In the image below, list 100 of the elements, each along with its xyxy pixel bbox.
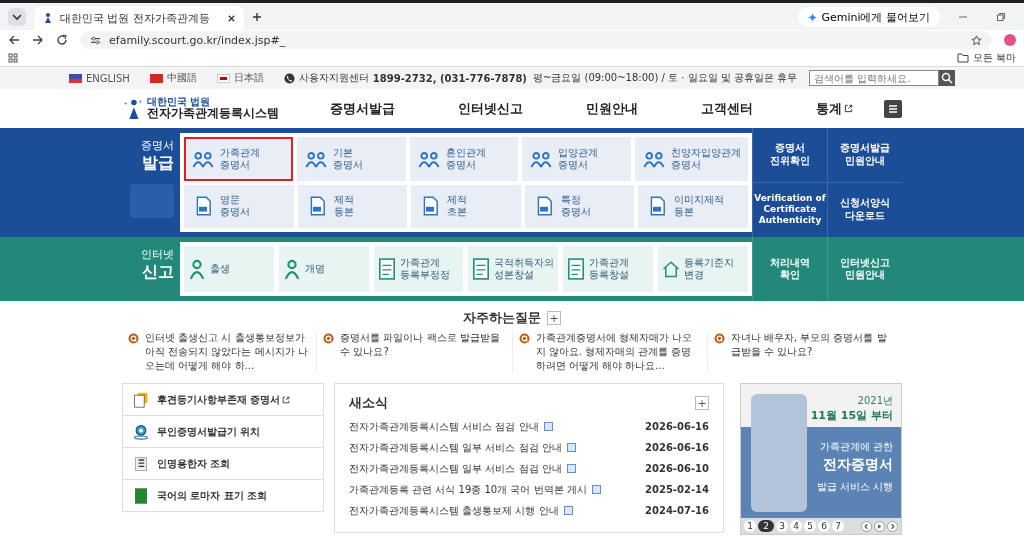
certificate-label: 특정 증명서	[560, 194, 591, 219]
section-title: 신고	[142, 262, 174, 283]
quick-link[interactable]: 국어의 로마자 표기 조회	[123, 479, 323, 511]
search-field[interactable]: 검색어를 입력하세요.	[809, 70, 940, 86]
nav-link[interactable]: 인터넷신고	[458, 99, 524, 118]
side-link[interactable]: 처리내역 확인	[752, 237, 827, 301]
flag-icon	[149, 73, 163, 83]
certificate-item[interactable]: 영문 증명서	[184, 184, 294, 228]
book-icon	[133, 487, 149, 504]
external-link-icon	[282, 395, 291, 404]
faq-question[interactable]: 인터넷 출생신고 시 출생통보정보가 아직 전송되지 않았다는 메시지가 나오는데 어떻게 해야 하...	[145, 331, 311, 373]
play-icon[interactable]	[874, 520, 885, 532]
profile-avatar[interactable]	[1004, 34, 1016, 46]
report-item[interactable]: 가족관계 등록부정정	[373, 246, 464, 292]
report-item[interactable]: 가족관계 등록창설	[563, 246, 654, 292]
logo-title[interactable]: 전자가족관계등록시스템	[147, 107, 279, 121]
certificate-label: 가족관계 증명서	[220, 146, 260, 171]
slide-page-button[interactable]: 4	[790, 520, 802, 532]
close-tab-icon[interactable]	[227, 13, 236, 23]
tab-list-button[interactable]	[8, 8, 26, 26]
certificate-item[interactable]: 가족관계 증명서	[184, 137, 293, 181]
address-bar[interactable]: efamily.scourt.go.kr/index.jsp#_	[80, 31, 992, 49]
restore-icon[interactable]	[996, 12, 1006, 22]
certificate-item[interactable]: 기본 증명서	[296, 137, 406, 181]
news-item-link[interactable]: 전자가족관계등록시스템 서비스 점검 안내	[349, 419, 539, 434]
slide-page-button[interactable]: 7	[832, 520, 844, 532]
slide-page-button[interactable]: 3	[776, 520, 788, 532]
certificate-item[interactable]: 이미지제적 등본	[638, 184, 748, 228]
news-date: 2026-06-10	[645, 463, 709, 474]
report-item[interactable]: 개명	[278, 246, 369, 292]
quick-link[interactable]: 인명용한자 조회	[123, 447, 323, 479]
certificate-item[interactable]: 입양관계 증명서	[522, 137, 631, 181]
news-item-link[interactable]: 전자가족관계등록시스템 일부 서비스 점검 안내	[349, 461, 562, 476]
nav-link[interactable]: 증명서발급	[330, 99, 396, 118]
certificate-item[interactable]: 혼인관계 증명서	[409, 137, 519, 181]
report-label: 등록기준지 변경	[684, 257, 735, 281]
attachment-icon	[563, 506, 573, 515]
new-tab-icon[interactable]	[252, 12, 262, 22]
certificate-item[interactable]: 친양자입양관계 증명서	[635, 137, 748, 181]
banner-date: 11월 15일 부터	[810, 408, 893, 423]
external-link-icon	[843, 104, 853, 113]
quick-link[interactable]: 무인증명서발급기 위치	[123, 415, 323, 447]
logo-subtitle: 대한민국 법원	[147, 96, 211, 108]
certificate-item[interactable]: 제적 등본	[297, 184, 408, 228]
certificate-item[interactable]: 특정 증명서	[524, 184, 635, 228]
flag-icon	[216, 73, 230, 83]
language-link[interactable]: ENGLISH	[85, 72, 130, 84]
nav-link[interactable]: 통계	[815, 99, 853, 118]
side-link[interactable]: 인터넷신고 민원안내	[827, 237, 902, 301]
slide-page-button[interactable]: 5	[804, 520, 816, 532]
attachment-icon	[591, 485, 601, 494]
nav-link[interactable]: 고객센터	[700, 99, 753, 118]
support-phone-numbers: 1899-2732, (031-776-7878)	[372, 72, 527, 84]
news-item-link[interactable]: 전자가족관계등록시스템 출생통보제 시행 안내	[349, 503, 559, 518]
quick-link[interactable]: 후견등기사항부존재 증명서	[123, 384, 323, 415]
attachment-icon	[566, 464, 576, 473]
map-pin-icon	[133, 423, 149, 440]
browser-tab[interactable]: 대한민국 법원 전자가족관계등	[34, 6, 244, 30]
phone-icon	[283, 72, 295, 84]
slide-page-button[interactable]: 1	[744, 520, 756, 532]
slide-page-button[interactable]: 2	[758, 520, 774, 532]
banner-headline: 전자증명서	[823, 456, 893, 474]
apps-grid-icon[interactable]	[8, 53, 18, 63]
language-link[interactable]: 日本語	[233, 71, 264, 85]
forward-icon[interactable]	[32, 34, 44, 46]
previous-icon[interactable]	[861, 520, 872, 532]
certificate-label: 이미지제적 등본	[674, 194, 725, 219]
news-item-link[interactable]: 전자가족관계등록시스템 일부 서비스 점검 안내	[349, 440, 562, 455]
search-icon[interactable]	[939, 70, 956, 86]
person-icon	[282, 258, 301, 280]
site-settings-icon[interactable]	[90, 34, 101, 46]
next-icon[interactable]	[887, 520, 898, 532]
section-label: 증명서	[141, 138, 174, 153]
side-link[interactable]: 증명서발급 민원안내	[827, 128, 902, 183]
faq-question[interactable]: 증명서를 파일이나 팩스로 발급받을 수 있나요?	[340, 331, 506, 373]
side-link[interactable]: 증명서 진위확인	[752, 128, 827, 183]
gemini-button[interactable]: Gemini에게 물어보기	[798, 7, 940, 27]
news-more-button[interactable]: +	[695, 396, 709, 410]
reload-icon[interactable]	[56, 34, 68, 46]
faq-question[interactable]: 자녀나 배우자, 부모의 증명서를 발급받을 수 있나요?	[730, 331, 896, 373]
nav-link[interactable]: 민원안내	[586, 99, 638, 118]
support-center-label: 사용자지원센터	[298, 71, 369, 85]
faq-question[interactable]: 가족관계증명서에 형제자매가 나오지 않아요. 형제자매의 관계를 증명하려면 어떻게 해야 하나요...	[535, 331, 701, 373]
news-date: 2024-07-16	[645, 505, 709, 516]
attachment-icon	[543, 422, 553, 431]
back-icon[interactable]	[8, 34, 20, 46]
menu-icon[interactable]	[884, 99, 902, 118]
report-label: 개명	[304, 263, 325, 275]
banner-year: 2021년	[857, 394, 893, 408]
certificate-item[interactable]: 제적 초본	[411, 184, 521, 228]
slide-page-button[interactable]: 6	[818, 520, 830, 532]
report-item[interactable]: 등록기준지 변경	[658, 246, 748, 292]
all-bookmarks-link[interactable]: 모든 북마	[972, 51, 1016, 65]
language-link[interactable]: 中國語	[166, 71, 197, 85]
faq-more-button[interactable]: +	[547, 311, 561, 325]
news-item-link[interactable]: 가족관계등록 관련 서식 19종 10개 국어 번역본 게시	[349, 482, 587, 497]
report-item[interactable]: 출생	[184, 246, 274, 292]
document-icon	[567, 258, 586, 280]
report-item[interactable]: 국적취득자의 성본창설	[468, 246, 559, 292]
bookmark-star-icon[interactable]	[971, 34, 982, 46]
